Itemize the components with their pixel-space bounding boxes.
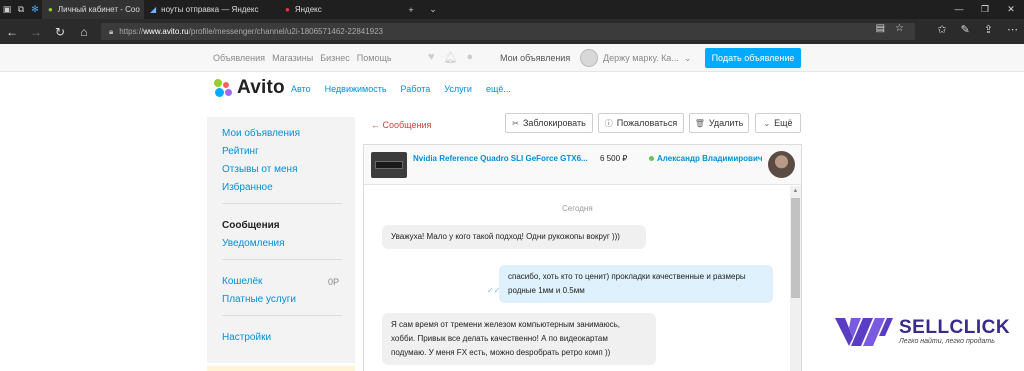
share-icon[interactable]: ⇪ [984, 23, 993, 36]
sidebar-item-settings[interactable]: Настройки [222, 332, 271, 343]
address-actions: ▤ ☆ [876, 23, 904, 34]
back-arrow-icon[interactable]: ← [0, 25, 24, 39]
watermark-tagline: Легко найти, легко продать [899, 337, 995, 345]
browser-right-icons: ✩ ✎ ⇪ ⋯ [937, 23, 1018, 36]
sellclick-logo-icon [835, 318, 893, 346]
browser-toolbar: ← → ↻ ⌂ 🔒︎ https://www.avito.ru/profile/… [0, 19, 1024, 44]
favicon-google-icon: ✻ [31, 4, 39, 14]
forward-arrow-icon[interactable]: → [24, 25, 48, 39]
category-nav: Авто Недвижимость Работа Услуги ещё... [291, 84, 511, 94]
tab-actions-icon[interactable]: ▣ [0, 0, 14, 19]
seller-name-link[interactable]: Александр Владимирович [649, 154, 763, 163]
divider [222, 203, 342, 204]
chevron-down-icon: ⌄ [683, 52, 692, 63]
post-ad-button[interactable]: Подать объявление [705, 48, 801, 68]
refresh-icon[interactable]: ↻ [48, 25, 72, 39]
divider [222, 315, 342, 316]
sidebar-item-messages[interactable]: Сообщения [222, 220, 280, 231]
block-button[interactable]: ✂ Заблокировать [505, 113, 593, 133]
nav-business[interactable]: Бизнес [320, 53, 350, 63]
divider [222, 259, 342, 260]
scroll-up-icon[interactable]: ▲ [790, 188, 801, 194]
heart-icon[interactable]: ♥ [428, 51, 435, 64]
sidebar-item-reviews[interactable]: Отзывы от меня [222, 164, 297, 175]
user-menu[interactable]: Держу марку. Ка... ⌄ [580, 49, 691, 67]
pen-icon[interactable]: ✎ [961, 23, 970, 36]
nav-ads[interactable]: Объявления [213, 53, 265, 63]
category-services[interactable]: Услуги [444, 84, 472, 94]
category-jobs[interactable]: Работа [401, 84, 431, 94]
window-controls: — ❐ ✕ [946, 4, 1024, 15]
restore-icon[interactable]: ❐ [972, 4, 998, 15]
watermark-brand: SELLCLICK [899, 316, 1011, 338]
tab-personal-cabinet[interactable]: ● Личный кабинет - Coo ✕ [42, 0, 144, 19]
chat-header: Nvidia Reference Quadro SLI GeForce GTX6… [364, 145, 801, 185]
sidebar-banner [207, 366, 355, 371]
online-status-icon [649, 156, 654, 162]
report-button[interactable]: ⓘ Пожаловаться [598, 113, 684, 133]
tab-yandex-search[interactable]: ◢ ноуты отправка — Яндекс [144, 0, 279, 19]
avito-top-nav: Объявления Магазины Бизнес Помощь ♥ 🔔︎ ●… [0, 44, 1024, 72]
sidebar-item-paid-services[interactable]: Платные услуги [222, 294, 296, 305]
tab-list-icon[interactable]: ⧉ [14, 0, 28, 19]
favorites-hub-icon[interactable]: ✩ [937, 23, 946, 36]
trash-icon: 🗑︎ [694, 118, 705, 128]
category-auto[interactable]: Авто [291, 84, 311, 94]
tab-yandex[interactable]: ● Яндекс [279, 0, 399, 19]
message-outgoing: спасибо, хоть кто то ценит) прокладки ка… [499, 265, 773, 303]
my-ads-link[interactable]: Мои объявления [500, 53, 570, 63]
profile-sidebar: Мои объявления Рейтинг Отзывы от меня Из… [207, 117, 355, 363]
sidebar-item-rating[interactable]: Рейтинг [222, 146, 259, 157]
favicon-avito-icon: ● [48, 5, 53, 14]
chevron-down-icon: ⌄ [763, 118, 771, 128]
delete-button[interactable]: 🗑︎ Удалить [689, 113, 749, 133]
avito-logo[interactable]: Avito [213, 77, 285, 99]
scrollbar-thumb[interactable] [791, 198, 800, 298]
chat-scrollbar[interactable]: ▲ [790, 186, 801, 371]
date-separator: Сегодня [562, 204, 593, 213]
wallet-balance: 0Р [327, 277, 339, 287]
product-thumbnail[interactable] [371, 152, 407, 178]
home-icon[interactable]: ⌂ [72, 25, 96, 39]
seller-avatar[interactable] [768, 151, 795, 178]
favicon-search-icon: ◢ [150, 5, 157, 14]
tab-dropdown-icon[interactable]: ⌄ [423, 0, 443, 19]
logo-dots-icon [213, 78, 233, 98]
sidebar-item-favorites[interactable]: Избранное [222, 182, 273, 193]
browser-tab-bar: ▣ ⧉ ✻ ● Личный кабинет - Coo ✕ ◢ ноуты о… [0, 0, 1024, 19]
favorite-star-icon[interactable]: ☆ [895, 23, 904, 34]
product-title-link[interactable]: Nvidia Reference Quadro SLI GeForce GTX6… [413, 154, 588, 163]
minimize-icon[interactable]: — [946, 4, 972, 15]
new-tab-icon[interactable]: + [399, 0, 423, 19]
more-icon[interactable]: ⋯ [1007, 23, 1018, 36]
sidebar-item-notifications[interactable]: Уведомления [222, 238, 285, 249]
reading-view-icon[interactable]: ▤ [876, 23, 885, 34]
warning-icon: ⓘ [604, 118, 613, 128]
bell-icon[interactable]: 🔔︎ [444, 51, 458, 64]
category-realty[interactable]: Недвижимость [325, 84, 387, 94]
avatar [580, 49, 598, 67]
more-actions-button[interactable]: ⌄ Ещё [755, 113, 801, 133]
block-icon: ✂ [512, 118, 519, 128]
back-to-messages-link[interactable]: ← Сообщения [371, 120, 431, 130]
chat-icon[interactable]: ● [467, 51, 474, 64]
favicon-yandex-icon: ● [285, 5, 290, 14]
sellclick-watermark: SELLCLICK Легко найти, легко продать [835, 316, 1010, 346]
nav-shops[interactable]: Магазины [272, 53, 313, 63]
lock-icon: 🔒︎ [109, 26, 114, 36]
category-more[interactable]: ещё... [486, 84, 511, 94]
message-incoming: Я сам время от тремени железом компьютер… [382, 313, 656, 365]
address-input[interactable]: 🔒︎ https://www.avito.ru/profile/messenge… [101, 23, 915, 40]
message-incoming: Уважуха! Мало у кого такой подход! Одни … [382, 225, 646, 249]
message-list[interactable]: Сегодня Уважуха! Мало у кого такой подхо… [364, 186, 801, 371]
chat-window: Nvidia Reference Quadro SLI GeForce GTX6… [363, 144, 802, 371]
nav-help[interactable]: Помощь [357, 53, 392, 63]
product-price: 6 500 ₽ [600, 154, 628, 163]
sidebar-item-my-ads[interactable]: Мои объявления [222, 128, 300, 139]
sidebar-item-wallet[interactable]: Кошелёк [222, 276, 262, 287]
close-window-icon[interactable]: ✕ [998, 4, 1024, 15]
